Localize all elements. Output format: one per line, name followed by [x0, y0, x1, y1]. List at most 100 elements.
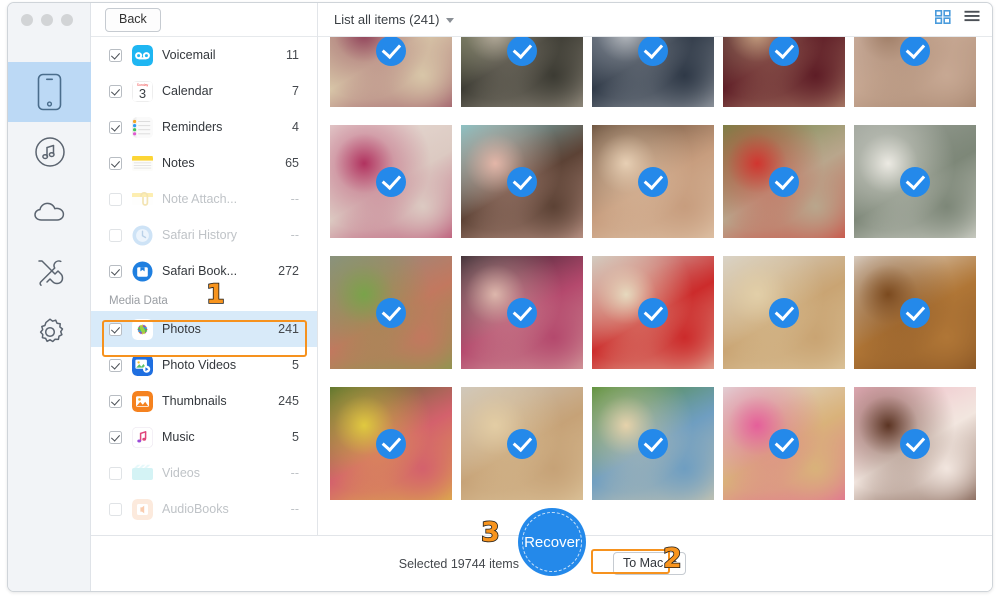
checkbox[interactable]	[109, 323, 122, 336]
sidebar-item-label: AudioBooks	[162, 502, 291, 516]
rail-item-settings[interactable]	[8, 302, 91, 362]
note-attachment-icon	[132, 189, 153, 210]
photo-thumbnail[interactable]	[330, 387, 452, 500]
photo-select-checkmark[interactable]	[769, 298, 799, 328]
checkbox[interactable]	[109, 193, 122, 206]
photo-thumbnail[interactable]	[854, 387, 976, 500]
photo-thumbnail[interactable]	[854, 256, 976, 369]
music-icon	[132, 427, 153, 448]
music-note-circle-icon	[34, 136, 66, 168]
list-filter-label: List all items (241)	[334, 12, 439, 27]
photo-thumbnail[interactable]	[461, 125, 583, 238]
photo-thumbnail[interactable]	[854, 125, 976, 238]
sidebar-item-calendar[interactable]: Sunday3Calendar7	[91, 73, 317, 109]
destination-label: To Mac	[623, 556, 663, 570]
safari-history-icon	[132, 225, 153, 246]
sidebar-item-thumbnails[interactable]: Thumbnails245	[91, 383, 317, 419]
photo-select-checkmark[interactable]	[638, 298, 668, 328]
rail-item-tools[interactable]	[8, 242, 91, 302]
checkbox[interactable]	[109, 467, 122, 480]
sidebar-item-label: Thumbnails	[162, 394, 278, 408]
photo-thumbnail[interactable]	[461, 256, 583, 369]
photo-thumbnail[interactable]	[723, 37, 845, 107]
photo-grid-area[interactable]	[318, 37, 993, 533]
sidebar-item-label: Music	[162, 430, 292, 444]
sidebar-item-safari-book[interactable]: Safari Book...272	[91, 253, 317, 289]
photo-thumbnail[interactable]	[592, 125, 714, 238]
minimize-icon[interactable]	[41, 14, 53, 26]
checkbox[interactable]	[109, 121, 122, 134]
photo-select-checkmark[interactable]	[376, 429, 406, 459]
recover-button-label: Recover	[524, 534, 580, 551]
phone-icon	[37, 73, 62, 111]
photo-thumbnail[interactable]	[330, 125, 452, 238]
checkbox[interactable]	[109, 395, 122, 408]
sidebar-item-count: 5	[292, 430, 299, 444]
photo-select-checkmark[interactable]	[638, 167, 668, 197]
photo-thumbnail[interactable]	[723, 125, 845, 238]
photo-select-checkmark[interactable]	[900, 429, 930, 459]
rail-item-cloud[interactable]	[8, 182, 91, 242]
sidebar-toolbar: Back	[91, 3, 317, 37]
sidebar-item-voicemail[interactable]: Voicemail11	[91, 37, 317, 73]
photo-thumbnail[interactable]	[330, 37, 452, 107]
photo-select-checkmark[interactable]	[638, 429, 668, 459]
checkbox[interactable]	[109, 229, 122, 242]
photo-select-checkmark[interactable]	[376, 298, 406, 328]
sidebar-item-count: 241	[278, 322, 299, 336]
checkbox[interactable]	[109, 503, 122, 516]
recover-button[interactable]: Recover	[518, 508, 586, 576]
sidebar-item-videos[interactable]: Videos--	[91, 455, 317, 491]
sidebar-item-count: 4	[292, 120, 299, 134]
photo-thumbnail[interactable]	[592, 256, 714, 369]
sidebar-item-music[interactable]: Music5	[91, 419, 317, 455]
sidebar-item-reminders[interactable]: Reminders4	[91, 109, 317, 145]
photo-select-checkmark[interactable]	[376, 167, 406, 197]
rail-item-music[interactable]	[8, 122, 91, 182]
sidebar-item-count: 245	[278, 394, 299, 408]
checkbox[interactable]	[109, 431, 122, 444]
list-view-icon[interactable]	[964, 10, 980, 29]
list-filter-dropdown[interactable]: List all items (241)	[334, 12, 454, 27]
photo-thumbnail[interactable]	[723, 256, 845, 369]
sidebar-list[interactable]: Voicemail11Sunday3Calendar7Reminders4Not…	[91, 37, 317, 535]
back-button[interactable]: Back	[105, 8, 161, 32]
photo-select-checkmark[interactable]	[769, 167, 799, 197]
view-mode-toggle	[935, 10, 980, 29]
photo-thumbnail[interactable]	[461, 387, 583, 500]
photo-thumbnail[interactable]	[854, 37, 976, 107]
photo-thumbnail[interactable]	[723, 387, 845, 500]
notes-icon	[132, 153, 153, 174]
photo-select-checkmark[interactable]	[507, 429, 537, 459]
sidebar-item-notes[interactable]: Notes65	[91, 145, 317, 181]
photo-select-checkmark[interactable]	[900, 298, 930, 328]
sidebar-item-audiobooks[interactable]: AudioBooks--	[91, 491, 317, 527]
photo-thumbnail[interactable]	[592, 387, 714, 500]
grid-view-icon[interactable]	[935, 10, 951, 29]
close-icon[interactable]	[21, 14, 33, 26]
checkbox[interactable]	[109, 157, 122, 170]
photo-select-checkmark[interactable]	[769, 429, 799, 459]
checkbox[interactable]	[109, 265, 122, 278]
zoom-icon[interactable]	[61, 14, 73, 26]
photo-thumbnail[interactable]	[461, 37, 583, 107]
sidebar-item-note-attach[interactable]: Note Attach...--	[91, 181, 317, 217]
sidebar-item-photo-videos[interactable]: Photo Videos5	[91, 347, 317, 383]
photo-thumbnail[interactable]	[592, 37, 714, 107]
checkbox[interactable]	[109, 85, 122, 98]
sidebar-item-count: 11	[286, 48, 299, 62]
photo-select-checkmark[interactable]	[507, 167, 537, 197]
sidebar-item-photos[interactable]: Photos241	[91, 311, 317, 347]
traffic-lights	[21, 14, 73, 26]
checkbox[interactable]	[109, 49, 122, 62]
safari-bookmark-icon	[132, 261, 153, 282]
photo-select-checkmark[interactable]	[507, 298, 537, 328]
photo-thumbnail[interactable]	[330, 256, 452, 369]
calendar-icon: Sunday3	[132, 81, 153, 102]
checkbox[interactable]	[109, 359, 122, 372]
photo-select-checkmark[interactable]	[900, 167, 930, 197]
rail-item-device[interactable]	[8, 62, 91, 122]
sidebar-item-label: Safari Book...	[162, 264, 278, 278]
sidebar-item-safari-history[interactable]: Safari History--	[91, 217, 317, 253]
selected-count-label: Selected 19744 items	[399, 557, 519, 571]
